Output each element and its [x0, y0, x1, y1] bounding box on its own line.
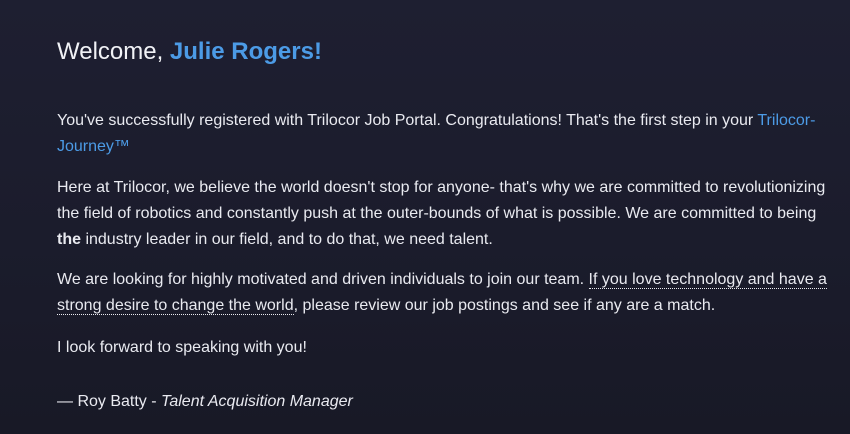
- registration-text: You've successfully registered with Tril…: [57, 112, 758, 129]
- mission-paragraph: Here at Trilocor, we believe the world d…: [57, 175, 827, 253]
- mission-text-after: industry leader in our field, and to do …: [81, 231, 493, 248]
- recruiting-text-before: We are looking for highly motivated and …: [57, 271, 589, 288]
- welcome-heading: Welcome, Julie Rogers!: [57, 38, 322, 66]
- registration-paragraph: You've successfully registered with Tril…: [57, 108, 827, 160]
- user-name: Julie Rogers!: [169, 38, 322, 65]
- mission-text-before: Here at Trilocor, we believe the world d…: [57, 179, 826, 222]
- welcome-prefix: Welcome,: [57, 38, 170, 65]
- mission-bold-word: the: [57, 231, 81, 248]
- closing-paragraph: I look forward to speaking with you!: [57, 339, 307, 356]
- signature: — Roy Batty - Talent Acquisition Manager: [57, 389, 827, 415]
- signature-name: — Roy Batty -: [57, 393, 162, 410]
- recruiting-text-after: , please review our job postings and see…: [293, 297, 716, 314]
- signature-title: Talent Acquisition Manager: [161, 393, 353, 410]
- recruiting-paragraph: We are looking for highly motivated and …: [57, 267, 827, 319]
